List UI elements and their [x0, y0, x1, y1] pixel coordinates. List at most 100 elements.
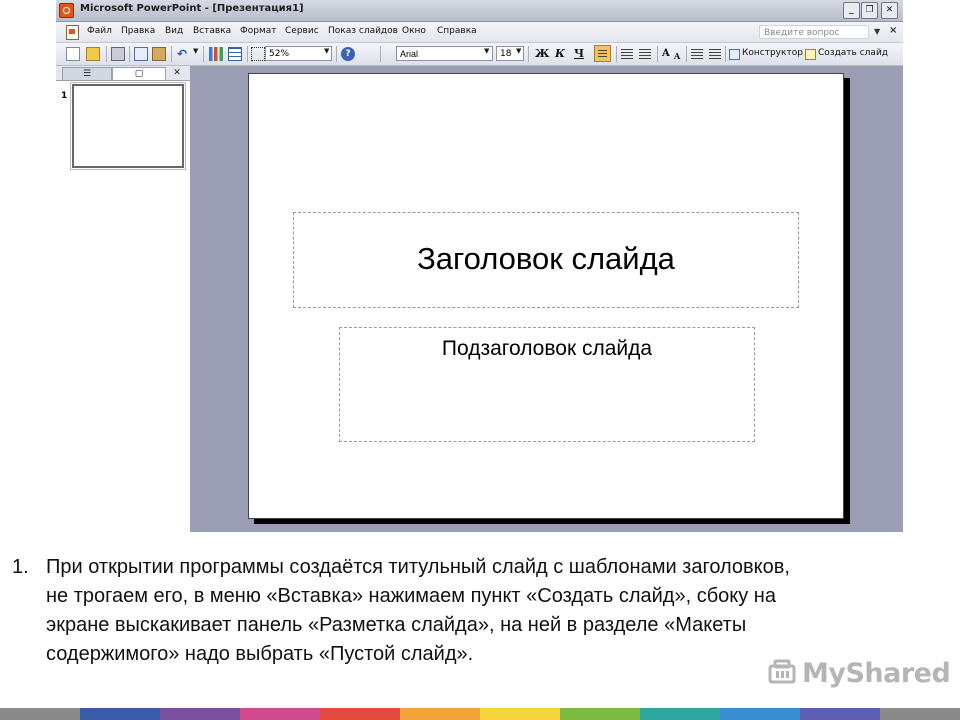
- toolbar-separator: [528, 46, 529, 62]
- stripe-segment: [320, 708, 400, 720]
- caption-line: не трогаем его, в меню «Вставка» нажимае…: [46, 585, 776, 607]
- step-number: 1.: [12, 556, 29, 578]
- align-left-button[interactable]: [594, 45, 611, 62]
- paste-icon[interactable]: [152, 47, 166, 61]
- stripe-segment: [800, 708, 880, 720]
- slide-subtitle: Подзаголовок слайда: [441, 337, 653, 360]
- stripe-segment: [80, 708, 160, 720]
- decrease-indent-icon[interactable]: [691, 47, 703, 61]
- slide-thumbnail[interactable]: [70, 82, 186, 170]
- toolbar-separator: [657, 46, 658, 62]
- align-left-icon: [598, 49, 607, 59]
- increase-indent-icon[interactable]: [709, 47, 721, 61]
- insert-table-icon[interactable]: [228, 47, 242, 61]
- help-question-input[interactable]: Введите вопрос: [759, 25, 869, 39]
- chevron-down-icon[interactable]: ▼: [193, 47, 198, 55]
- menu-bar: Файл Правка Вид Вставка Формат Сервис По…: [56, 22, 903, 43]
- menu-slide-show[interactable]: Показ слайдов: [328, 26, 398, 36]
- toolbar-separator: [129, 46, 130, 62]
- toolbar-separator: [725, 46, 726, 62]
- subtitle-placeholder[interactable]: Подзаголовок слайда: [339, 327, 755, 442]
- decorative-stripe: [0, 708, 960, 720]
- numbered-list-icon[interactable]: [621, 47, 633, 61]
- myshared-watermark: MyShared: [802, 658, 951, 689]
- menu-help[interactable]: Справка: [437, 26, 477, 36]
- new-document-icon[interactable]: [66, 47, 80, 61]
- decrease-font-icon[interactable]: A: [674, 49, 680, 63]
- powerpoint-window: Microsoft PowerPoint - [Презентация1] _ …: [56, 0, 903, 532]
- copy-icon[interactable]: [134, 47, 148, 61]
- menu-file[interactable]: Файл: [87, 26, 112, 36]
- toolbar-separator: [686, 46, 687, 62]
- stripe-segment: [560, 708, 640, 720]
- bold-button[interactable]: Ж: [535, 47, 549, 61]
- powerpoint-app-icon[interactable]: [59, 3, 74, 18]
- stripe-segment: [720, 708, 800, 720]
- chevron-down-icon[interactable]: ▼: [874, 27, 880, 36]
- show-grid-icon[interactable]: [251, 47, 265, 61]
- tab-outline[interactable]: ☰: [62, 67, 112, 80]
- slide-workspace: Заголовок слайда Подзаголовок слайда: [191, 66, 903, 532]
- menu-format[interactable]: Формат: [240, 26, 277, 36]
- restore-button[interactable]: ❐: [861, 2, 878, 19]
- caption-line: экране выскакивает панель «Разметка слай…: [46, 614, 747, 636]
- toolbar-separator: [336, 46, 337, 62]
- stripe-segment: [0, 708, 80, 720]
- caption-line: содержимого» надо выбрать «Пустой слайд»…: [46, 643, 474, 665]
- close-window-button[interactable]: ✕: [881, 2, 898, 19]
- slide-canvas[interactable]: Заголовок слайда Подзаголовок слайда: [248, 73, 844, 519]
- close-document-button[interactable]: ×: [889, 25, 897, 36]
- slides-pane: ☰ ▢ ✕ 1: [56, 66, 191, 532]
- toolbar-separator: [106, 46, 107, 62]
- slide-number: 1: [61, 91, 68, 101]
- caption-line: При открытии программы создаётся титульн…: [46, 556, 790, 578]
- underline-button[interactable]: Ч: [574, 47, 584, 61]
- slide-title: Заголовок слайда: [417, 241, 675, 276]
- new-slide-icon: [805, 49, 816, 60]
- insert-chart-icon[interactable]: [209, 47, 223, 61]
- stripe-segment: [880, 708, 960, 720]
- toolbar: ↶ ▼ 52% ▼ ? Arial ▼ 18 ▼ Ж К Ч A A Конст…: [56, 43, 903, 66]
- zoom-select[interactable]: 52%: [265, 46, 332, 61]
- toolbar-separator: [616, 46, 617, 62]
- designer-icon: [729, 49, 740, 60]
- title-placeholder[interactable]: Заголовок слайда: [293, 212, 799, 308]
- italic-button[interactable]: К: [555, 47, 565, 61]
- stripe-segment: [160, 708, 240, 720]
- bulleted-list-icon[interactable]: [639, 47, 651, 61]
- font-name-select[interactable]: Arial: [396, 46, 493, 61]
- pane-tabs: ☰ ▢ ✕: [56, 66, 190, 81]
- tab-slides[interactable]: ▢: [112, 67, 166, 80]
- menu-tools[interactable]: Сервис: [285, 26, 319, 36]
- stripe-segment: [640, 708, 720, 720]
- chevron-down-icon[interactable]: ▼: [484, 47, 489, 55]
- open-folder-icon[interactable]: [86, 47, 100, 61]
- minimize-button[interactable]: _: [843, 2, 860, 19]
- new-slide-button[interactable]: Создать слайд: [818, 48, 888, 58]
- help-icon[interactable]: ?: [341, 47, 355, 61]
- document-icon[interactable]: [66, 25, 79, 40]
- close-pane-button[interactable]: ✕: [170, 67, 184, 79]
- menu-edit[interactable]: Правка: [121, 26, 155, 36]
- title-bar: Microsoft PowerPoint - [Презентация1] _ …: [56, 0, 903, 22]
- toolbar-separator: [247, 46, 248, 62]
- designer-button[interactable]: Конструктор: [742, 48, 803, 58]
- stripe-segment: [240, 708, 320, 720]
- menu-view[interactable]: Вид: [165, 26, 183, 36]
- chevron-down-icon[interactable]: ▼: [516, 47, 521, 55]
- undo-icon[interactable]: ↶: [177, 47, 191, 61]
- toolbar-separator: [203, 46, 204, 62]
- myshared-logo-icon: [768, 659, 796, 684]
- slides-icon: ▢: [134, 69, 144, 79]
- toolbar-separator: [380, 46, 381, 62]
- print-icon[interactable]: [111, 47, 125, 61]
- stripe-segment: [480, 708, 560, 720]
- menu-window[interactable]: Окно: [402, 26, 426, 36]
- increase-font-icon[interactable]: A: [662, 47, 670, 61]
- window-title: Microsoft PowerPoint - [Презентация1]: [80, 3, 304, 14]
- stripe-segment: [400, 708, 480, 720]
- chevron-down-icon[interactable]: ▼: [324, 47, 329, 55]
- toolbar-separator: [171, 46, 172, 62]
- menu-insert[interactable]: Вставка: [193, 26, 231, 36]
- outline-icon: ☰: [82, 69, 92, 79]
